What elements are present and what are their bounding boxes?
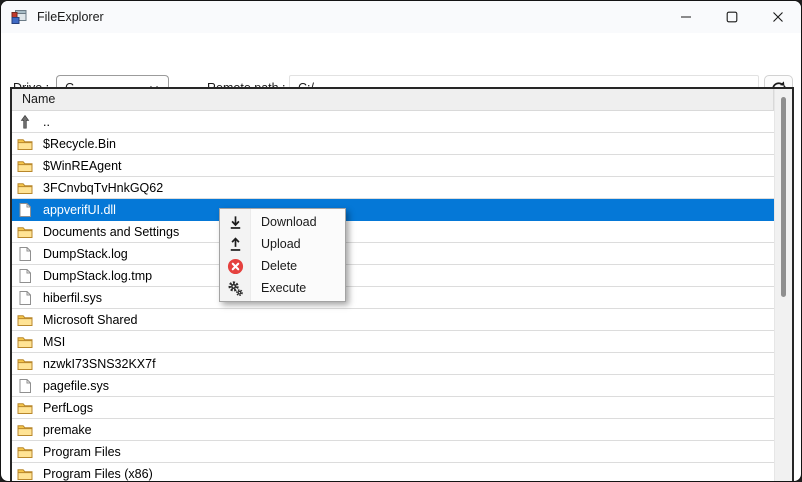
list-item-label: MSI [43,335,65,349]
context-menu-item[interactable]: Upload [220,233,345,255]
scrollbar-thumb[interactable] [781,97,786,297]
list-item-label: .. [43,115,50,129]
close-icon [772,11,784,23]
maximize-icon [726,11,738,23]
file-list: Name .. $Recycle.Bin $WinREAgent 3FCnvbq… [10,87,794,482]
list-item-label: 3FCnvbqTvHnkGQ62 [43,181,163,195]
folder-icon [17,224,33,240]
context-menu-item-label: Execute [261,281,306,295]
up-arrow-icon [17,114,33,130]
folder-icon [17,136,33,152]
minimize-icon [680,11,692,23]
list-item-label: DumpStack.log [43,247,128,261]
file-icon [17,290,33,306]
folder-icon [17,466,33,482]
list-item[interactable]: Program Files (x86) [12,463,774,482]
list-item[interactable]: Microsoft Shared [12,309,774,331]
file-icon [17,202,33,218]
maximize-button[interactable] [709,1,755,33]
list-item-label: nzwkI73SNS32KX7f [43,357,156,371]
list-item[interactable]: .. [12,111,774,133]
list-item[interactable]: DumpStack.log [12,243,774,265]
list-item-label: $WinREAgent [43,159,122,173]
folder-icon [17,444,33,460]
download-icon [220,214,250,231]
minimize-button[interactable] [663,1,709,33]
list-item[interactable]: $Recycle.Bin [12,133,774,155]
folder-icon [17,312,33,328]
window-controls [663,1,801,33]
folder-icon [17,158,33,174]
folder-icon [17,356,33,372]
list-item-label: pagefile.sys [43,379,109,393]
list-item-label: Program Files [43,445,121,459]
column-header-name[interactable]: Name [12,89,774,111]
file-icon [17,268,33,284]
list-item[interactable]: Program Files [12,441,774,463]
list-item[interactable]: hiberfil.sys [12,287,774,309]
context-menu-item[interactable]: Execute [220,277,345,299]
context-menu-item-label: Delete [261,259,297,273]
list-item[interactable]: pagefile.sys [12,375,774,397]
upload-icon [220,236,250,253]
folder-icon [17,180,33,196]
app-icon [11,9,27,25]
list-item[interactable]: nzwkI73SNS32KX7f [12,353,774,375]
context-menu-item[interactable]: Download [220,211,345,233]
list-item-label: Program Files (x86) [43,467,153,481]
list-item[interactable]: MSI [12,331,774,353]
folder-icon [17,400,33,416]
list-item-label: premake [43,423,92,437]
file-icon [17,378,33,394]
title-bar: FileExplorer [1,1,801,33]
list-item[interactable]: $WinREAgent [12,155,774,177]
folder-icon [17,334,33,350]
list-item-label: $Recycle.Bin [43,137,116,151]
list-item[interactable]: premake [12,419,774,441]
execute-icon [220,280,250,297]
file-list-rows: .. $Recycle.Bin $WinREAgent 3FCnvbqTvHnk… [12,111,774,482]
window-title: FileExplorer [37,10,104,24]
toolbar: Drive : C Remote path : C:/ [1,33,801,87]
vertical-scrollbar[interactable] [774,89,792,482]
context-menu-item[interactable]: Delete [220,255,345,277]
list-item[interactable]: Documents and Settings [12,221,774,243]
list-item-label: DumpStack.log.tmp [43,269,152,283]
list-item-label: Microsoft Shared [43,313,137,327]
folder-icon [17,422,33,438]
list-item-label: PerfLogs [43,401,93,415]
list-item[interactable]: DumpStack.log.tmp [12,265,774,287]
context-menu: Download Upload Delete Execute [219,208,346,302]
list-item[interactable]: PerfLogs [12,397,774,419]
list-item-label: Documents and Settings [43,225,179,239]
list-item[interactable]: appverifUI.dll [12,199,774,221]
list-item-label: appverifUI.dll [43,203,116,217]
list-item-label: hiberfil.sys [43,291,102,305]
delete-icon [220,258,250,275]
close-button[interactable] [755,1,801,33]
list-item[interactable]: 3FCnvbqTvHnkGQ62 [12,177,774,199]
app-window: FileExplorer Drive : C Remote path : C:/ [0,0,802,482]
context-menu-item-label: Download [261,215,317,229]
context-menu-item-label: Upload [261,237,301,251]
file-icon [17,246,33,262]
